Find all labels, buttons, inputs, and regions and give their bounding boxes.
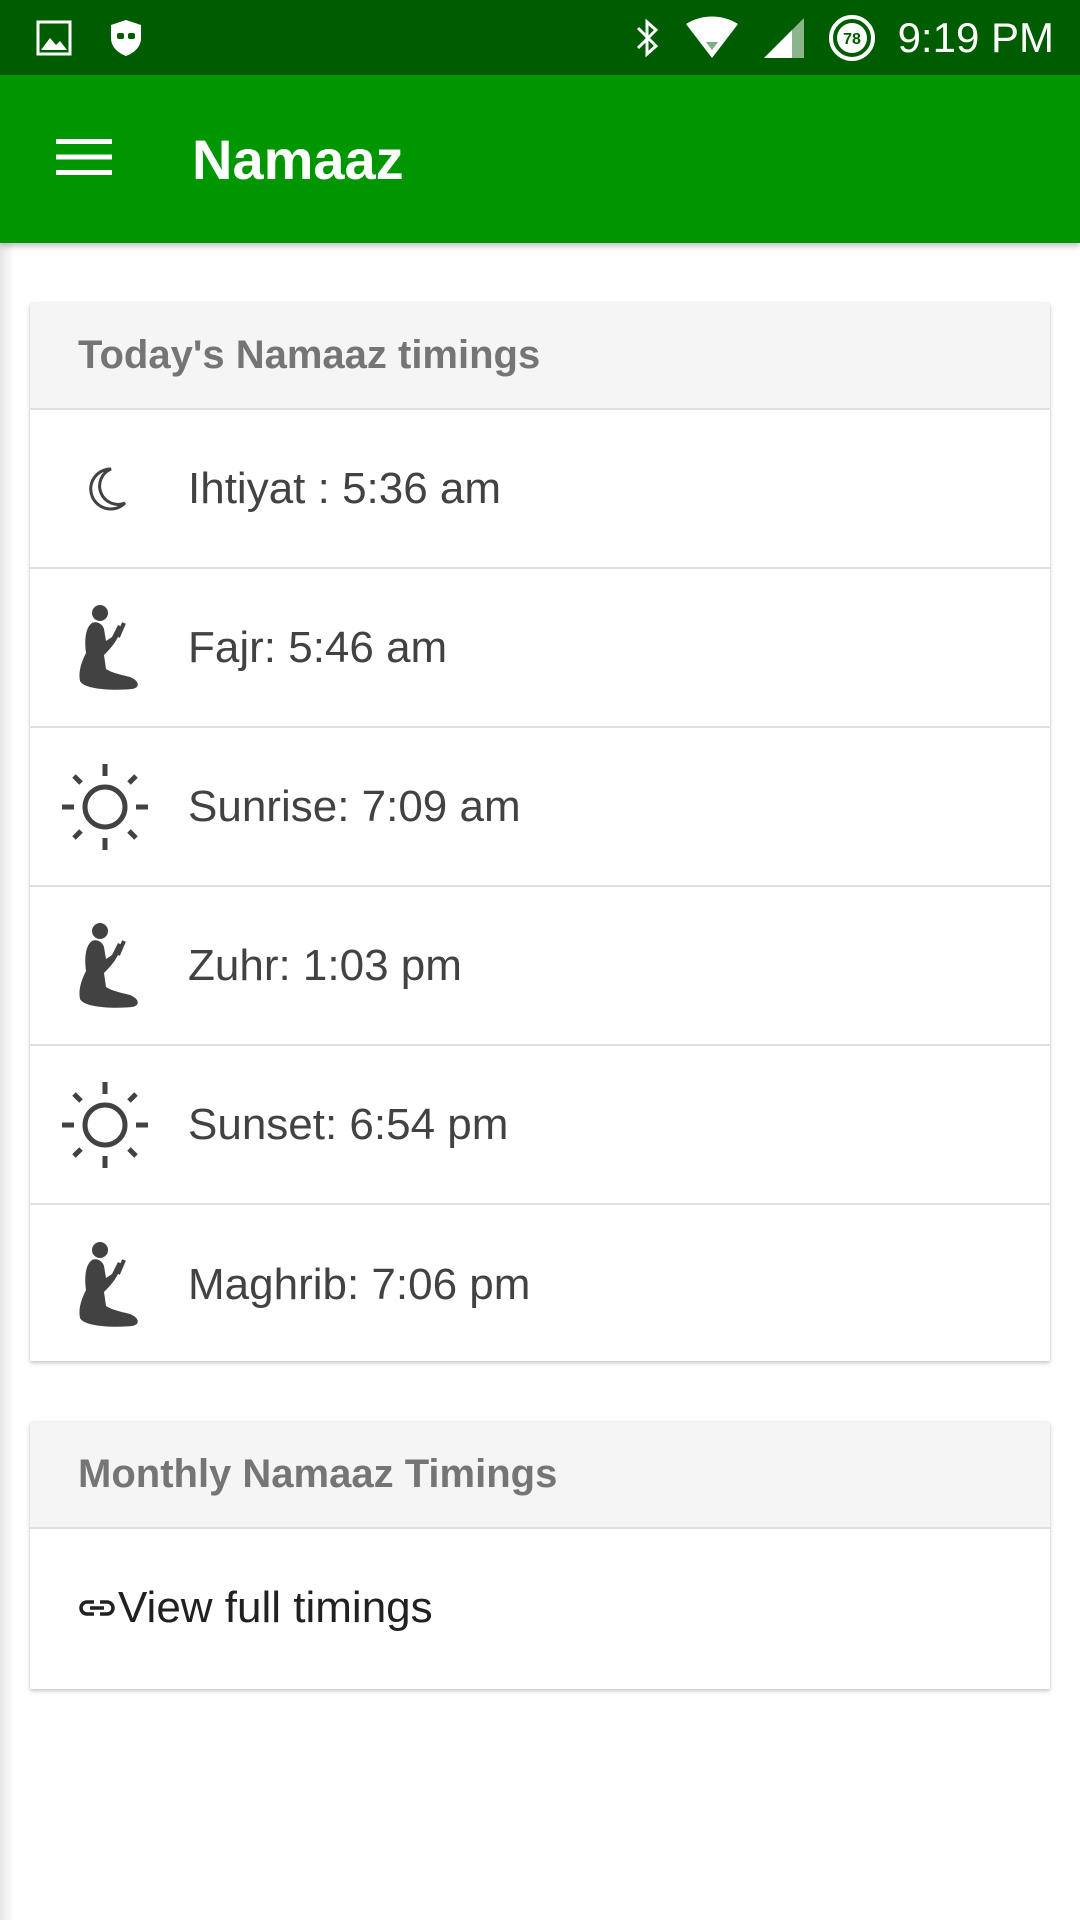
moon-icon (50, 439, 160, 539)
today-timings-card: Today's Namaaz timings Ihtiyat : 5:36 am… (30, 303, 1050, 1361)
sun-icon (50, 757, 160, 857)
app-bar: Namaaz (0, 75, 1080, 243)
monthly-timings-header: Monthly Namaaz Timings (30, 1422, 1050, 1529)
drawer-edge (0, 243, 14, 1920)
timing-row-sunrise: Sunrise: 7:09 am (30, 728, 1050, 887)
bluetooth-icon (634, 16, 662, 60)
timing-row-zuhr: Zuhr: 1:03 pm (30, 887, 1050, 1046)
timing-text: Maghrib: 7:06 pm (188, 1259, 531, 1309)
prayer-icon (50, 916, 160, 1016)
status-bar: 78 9:19 PM (0, 0, 1080, 75)
battery-level: 78 (843, 31, 861, 48)
timing-text: Sunrise: 7:09 am (188, 781, 521, 831)
timing-row-fajr: Fajr: 5:46 am (30, 569, 1050, 728)
page-title: Namaaz (192, 127, 404, 191)
timing-row-sunset: Sunset: 6:54 pm (30, 1046, 1050, 1205)
timing-row-maghrib: Maghrib: 7:06 pm (30, 1205, 1050, 1364)
hamburger-menu-icon (56, 137, 112, 182)
timing-text: Zuhr: 1:03 pm (188, 940, 462, 990)
prayer-icon (50, 598, 160, 698)
view-full-timings-label: View full timings (118, 1583, 433, 1632)
menu-button[interactable] (36, 111, 132, 207)
battery-icon: 78 (828, 14, 876, 62)
prayer-icon (50, 1235, 160, 1335)
today-timings-header: Today's Namaaz timings (30, 303, 1050, 410)
view-full-timings-link[interactable]: View full timings (30, 1529, 1050, 1687)
timing-text: Fajr: 5:46 am (188, 622, 448, 672)
signal-icon (762, 16, 806, 60)
wifi-icon (684, 16, 740, 60)
timing-text: Sunset: 6:54 pm (188, 1099, 509, 1149)
monthly-timings-card: Monthly Namaaz Timings View full timings (30, 1422, 1050, 1689)
link-icon (78, 1596, 116, 1620)
timing-text: Ihtiyat : 5:36 am (188, 463, 502, 513)
sun-icon (50, 1075, 160, 1175)
shield-icon (108, 18, 144, 58)
image-icon (36, 20, 72, 56)
status-time: 9:19 PM (897, 13, 1054, 61)
timing-row-ihtiyat: Ihtiyat : 5:36 am (30, 410, 1050, 569)
